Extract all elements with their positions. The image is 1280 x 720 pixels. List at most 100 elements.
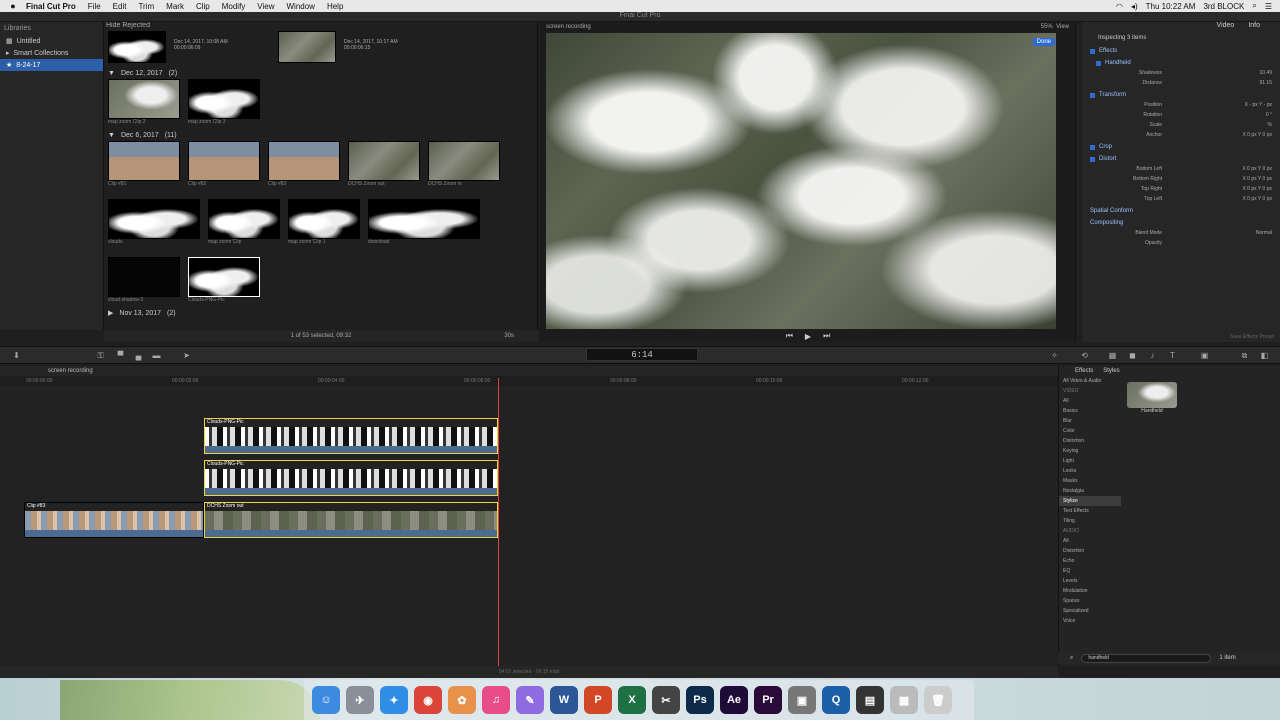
finder-icon[interactable]: ☺ (312, 686, 340, 714)
param-row[interactable]: Opacity (1082, 238, 1280, 248)
menu-clip[interactable]: Clip (196, 2, 210, 11)
clip-thumbnail[interactable]: map zoom Clip 1 (288, 199, 360, 247)
apple-icon[interactable]: ● (6, 1, 20, 11)
append-clip-icon[interactable]: ▬ (152, 351, 161, 360)
insert-clip-icon[interactable]: ▄ (134, 351, 143, 360)
quicktime-icon[interactable]: Q (822, 686, 850, 714)
effect-category[interactable]: All (1059, 396, 1121, 406)
param-row[interactable]: Rotation 0 ° (1082, 110, 1280, 120)
notification-icon[interactable]: ☰ (1265, 2, 1272, 11)
documents-icon[interactable]: ▦ (890, 686, 918, 714)
menu-clock[interactable]: Thu 10:22 AM (1146, 2, 1196, 11)
clip-thumbnail[interactable] (108, 31, 166, 65)
volume-icon[interactable]: ◂) (1131, 2, 1138, 11)
next-frame-icon[interactable]: ⏭ (823, 331, 830, 341)
launchpad-icon[interactable]: ✈ (346, 686, 374, 714)
date-group-header[interactable]: ▼ Dec 12, 2017 (2) (104, 67, 537, 79)
premiere-icon[interactable]: Pr (754, 686, 782, 714)
param-value[interactable]: 91.15 (1259, 80, 1272, 86)
clip-thumbnail[interactable]: map zoom Clip 3 (188, 79, 260, 127)
themes-browser-icon[interactable]: ◧ (1260, 351, 1269, 360)
param-row[interactable]: Position X - px Y - px (1082, 100, 1280, 110)
magic-wand-icon[interactable]: ✧ (1050, 351, 1059, 360)
param-value[interactable]: X 0 px Y 0 px (1242, 176, 1272, 182)
menu-mark[interactable]: Mark (166, 2, 184, 11)
event-8-24-17[interactable]: ★ 8-24-17 (0, 59, 103, 71)
param-value[interactable]: X 0 px Y 0 px (1242, 166, 1272, 172)
menu-view[interactable]: View (257, 2, 274, 11)
previous-frame-icon[interactable]: ⏮ (786, 331, 793, 341)
effect-category[interactable]: Looks (1059, 466, 1121, 476)
done-button[interactable]: Done (1032, 38, 1055, 46)
itunes-icon[interactable]: ♫ (482, 686, 510, 714)
enable-checkbox[interactable] (1096, 60, 1101, 66)
excel-icon[interactable]: X (618, 686, 646, 714)
effect-category[interactable]: Text Effects (1059, 506, 1121, 516)
tab-info[interactable]: Info (1248, 22, 1260, 32)
clip-thumbnail[interactable]: download (368, 199, 480, 247)
select-tool-icon[interactable]: ➤ (182, 351, 191, 360)
folder-icon[interactable]: ▤ (856, 686, 884, 714)
clip-thumbnail[interactable]: map zoom Clip 2 (108, 79, 180, 127)
param-row[interactable]: Top Right X 0 px Y 0 px (1082, 184, 1280, 194)
smart-collections[interactable]: ▸ Smart Collections (0, 47, 103, 59)
section-spatial-conform[interactable]: Spatial Conform (1082, 204, 1280, 216)
clip-thumbnail[interactable]: map zoom Clip (208, 199, 280, 247)
effect-category[interactable]: Keying (1059, 446, 1121, 456)
section-distort[interactable]: Distort (1082, 152, 1280, 164)
safari-icon[interactable]: ✦ (380, 686, 408, 714)
photos-icon[interactable]: ✿ (448, 686, 476, 714)
effect-category[interactable]: Nostalgia (1059, 486, 1121, 496)
clip-zoom[interactable]: 30s (504, 333, 514, 339)
timeline-clip[interactable]: Clip #83 (24, 502, 204, 538)
enable-checkbox[interactable] (1090, 92, 1095, 98)
clip-thumbnail[interactable]: DCHS Zoom out (348, 141, 420, 189)
clip-thumbnail[interactable]: clouds (108, 199, 200, 247)
titles-browser-icon[interactable]: T (1168, 351, 1177, 360)
effect-category[interactable]: Color (1059, 426, 1121, 436)
clip-thumbnail[interactable]: Clip #82 (188, 141, 260, 189)
effect-category[interactable]: Distortion (1059, 436, 1121, 446)
playhead[interactable] (498, 378, 499, 668)
param-value[interactable]: % (1268, 122, 1272, 128)
clip-thumbnail[interactable]: Clip #83 (268, 141, 340, 189)
effects-browser-icon[interactable]: ▦ (1108, 351, 1117, 360)
param-value[interactable]: X 0 px Y 0 px (1242, 196, 1272, 202)
timeline-clip[interactable]: DCHS Zoom out (204, 502, 498, 538)
tab-video[interactable]: Video (1217, 22, 1235, 32)
effect-category[interactable]: Levels (1059, 576, 1121, 586)
param-row[interactable]: Shakiness 10.49 (1082, 68, 1280, 78)
effect-category[interactable]: EQ (1059, 566, 1121, 576)
keyword-icon[interactable]: ⚿ (96, 351, 105, 360)
generators-browser-icon[interactable]: ▣ (1200, 351, 1209, 360)
param-value[interactable]: 10.49 (1259, 70, 1272, 76)
effect-category[interactable]: Blur (1059, 416, 1121, 426)
param-row[interactable]: Anchor X 0 px Y 0 px (1082, 130, 1280, 140)
photoshop-icon[interactable]: Ps (686, 686, 714, 714)
effect-category[interactable]: All Video & Audio (1059, 376, 1121, 386)
menu-file[interactable]: File (88, 2, 101, 11)
date-group-header[interactable]: ▶ Nov 13, 2017 (2) (104, 307, 537, 319)
menu-edit[interactable]: Edit (113, 2, 127, 11)
section-handheld[interactable]: Handheld (1082, 56, 1280, 68)
library-untitled[interactable]: ▦ Untitled (0, 35, 103, 47)
after-effects-icon[interactable]: Ae (720, 686, 748, 714)
param-row[interactable]: Bottom Right X 0 px Y 0 px (1082, 174, 1280, 184)
word-icon[interactable]: W (550, 686, 578, 714)
clip-thumbnail[interactable]: cloud-shadow-2 (108, 257, 180, 305)
timeline-clip[interactable]: Clouds-PNG-Pic (204, 460, 498, 496)
effect-category[interactable]: Voice (1059, 616, 1121, 626)
clip-thumbnail[interactable] (278, 31, 336, 65)
param-row[interactable]: Blend Mode Normal (1082, 228, 1280, 238)
timeline-tracks[interactable]: Clouds-PNG-Pic Clouds-PNG-Pic DCHS Zoom … (0, 386, 1058, 666)
date-group-header[interactable]: ▼ Dec 6, 2017 (11) (104, 129, 537, 141)
clip-thumbnail[interactable]: Clip #81 (108, 141, 180, 189)
param-value[interactable]: X 0 px Y 0 px (1242, 186, 1272, 192)
import-icon[interactable]: ⬇ (12, 351, 21, 360)
timeline-ruler[interactable]: 00:00:00:00 00:00:02:00 00:00:04:00 00:0… (0, 376, 1058, 386)
chrome-icon[interactable]: ◉ (414, 686, 442, 714)
photos-browser-icon[interactable]: ◼ (1128, 351, 1137, 360)
effect-category[interactable]: Basics (1059, 406, 1121, 416)
effect-category[interactable]: Distortion (1059, 546, 1121, 556)
param-value[interactable]: X - px Y - px (1245, 102, 1272, 108)
